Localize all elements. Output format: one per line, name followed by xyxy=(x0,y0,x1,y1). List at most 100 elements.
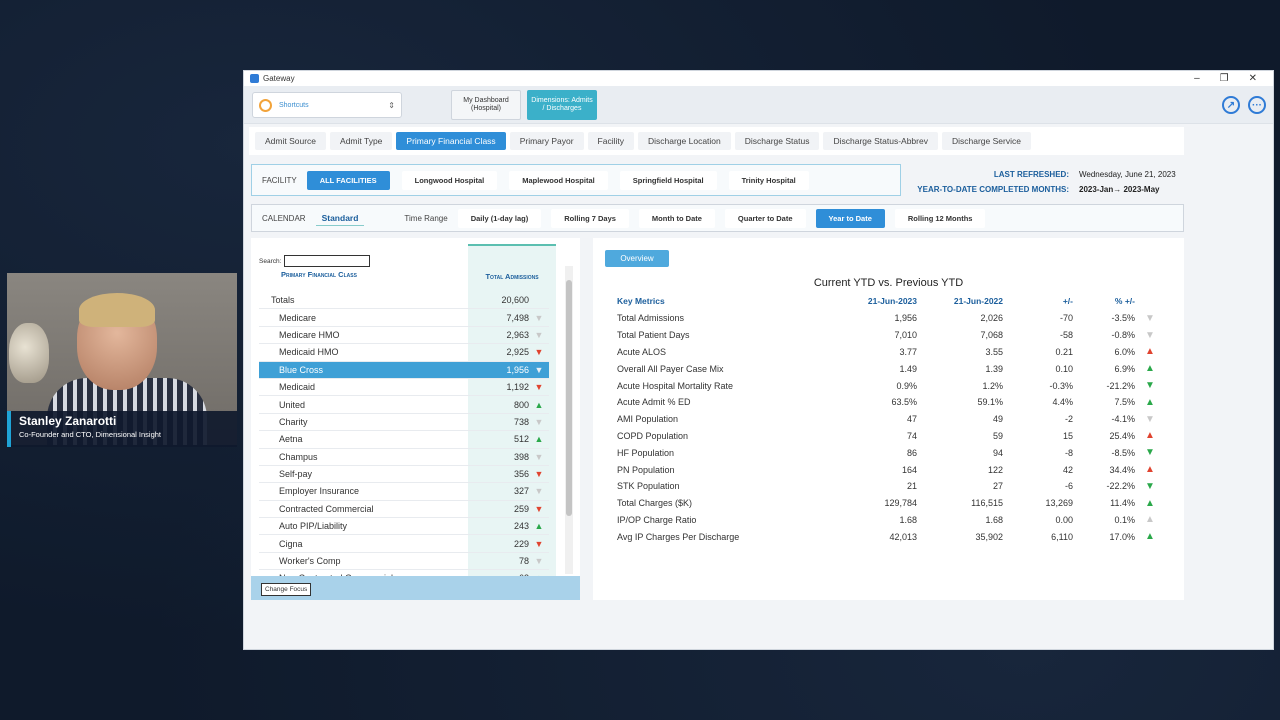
metric-row[interactable]: STK Population 21 27 -6 -22.2% ▼ xyxy=(617,478,1165,495)
financial-class-row[interactable]: Medicare 7,498 ▼ xyxy=(259,309,549,327)
metric-cur: 47 xyxy=(906,414,917,425)
trend-arrow-icon: ▲ xyxy=(1145,396,1155,408)
gateway-window: Gateway – ❐ ✕ Shortcuts ⇕ My Dashboard (… xyxy=(243,70,1274,650)
trend-arrow-icon: ▼ xyxy=(534,382,544,393)
financial-class-row[interactable]: Medicare HMO 2,963 ▼ xyxy=(259,327,549,345)
metric-diff: -70 xyxy=(1059,313,1073,324)
metric-row[interactable]: Acute Hospital Mortality Rate 0.9% 1.2% -0.… xyxy=(617,377,1165,394)
range-rolling-12-months[interactable]: Rolling 12 Months xyxy=(894,208,986,228)
range-year-to-date[interactable]: Year to Date xyxy=(815,208,885,228)
financial-class-row[interactable]: Blue Cross 1,956 ▼ xyxy=(259,361,549,379)
class-name: Cigna xyxy=(279,538,303,549)
admissions-value: 2,963 xyxy=(506,329,529,340)
financial-class-row[interactable]: Medicaid HMO 2,925 ▼ xyxy=(259,344,549,362)
more-options-icon[interactable]: ··· xyxy=(1248,96,1266,114)
financial-class-row[interactable]: Medicaid 1,192 ▼ xyxy=(259,379,549,397)
facility-option-maplewood-hospital[interactable]: Maplewood Hospital xyxy=(509,170,608,190)
metric-row[interactable]: Acute ALOS 3.77 3.55 0.21 6.0% ▲ xyxy=(617,344,1165,361)
minimize-button[interactable]: – xyxy=(1194,73,1200,84)
metric-cur: 74 xyxy=(906,430,917,441)
metric-row[interactable]: COPD Population 74 59 15 25.4% ▲ xyxy=(617,428,1165,445)
metric-diff: -2 xyxy=(1064,414,1073,425)
financial-class-row[interactable]: Champus 398 ▼ xyxy=(259,449,549,466)
tab-primary-payor[interactable]: Primary Payor xyxy=(509,132,584,150)
metric-row[interactable]: Total Admissions 1,956 2,026 -70 -3.5% ▼ xyxy=(617,310,1165,327)
header-key-metrics: Key Metrics xyxy=(617,296,665,306)
trend-arrow-icon: ▲ xyxy=(1145,464,1155,476)
financial-class-row[interactable]: Employer Insurance 327 ▼ xyxy=(259,483,549,501)
calendar-label: CALENDAR xyxy=(262,213,306,223)
metric-metric: COPD Population xyxy=(617,430,689,441)
metric-row[interactable]: IP/OP Charge Ratio 1.68 1.68 0.00 0.1% ▲ xyxy=(617,512,1165,529)
metric-metric: IP/OP Charge Ratio xyxy=(617,514,697,525)
financial-class-row[interactable]: Charity 738 ▼ xyxy=(259,414,549,432)
metric-row[interactable]: AMI Population 47 49 -2 -4.1% ▼ xyxy=(617,411,1165,428)
trend-arrow-icon: ▲ xyxy=(1145,497,1155,509)
tab-discharge-status[interactable]: Discharge Status xyxy=(734,132,820,150)
metric-prev: 1.2% xyxy=(982,380,1003,391)
last-refreshed-value: Wednesday, June 21, 2023 xyxy=(1079,170,1176,179)
metric-pct: 25.4% xyxy=(1109,430,1135,441)
metric-row[interactable]: Acute Admit % ED 63.5% 59.1% 4.4% 7.5% ▲ xyxy=(617,394,1165,411)
metric-diff: 4.4% xyxy=(1052,397,1073,408)
change-focus-button[interactable]: Change Focus xyxy=(261,583,312,596)
range-rolling-7-days[interactable]: Rolling 7 Days xyxy=(551,208,629,228)
metric-diff: -0.3% xyxy=(1049,380,1073,391)
facility-option-trinity-hospital[interactable]: Trinity Hospital xyxy=(728,170,809,190)
trend-arrow-icon: ▼ xyxy=(534,451,544,462)
tab-discharge-service[interactable]: Discharge Service xyxy=(941,132,1031,150)
financial-class-row[interactable]: Totals 20,600 xyxy=(259,292,549,310)
metric-cur: 1.49 xyxy=(899,363,917,374)
financial-class-row[interactable]: Contracted Commercial 259 ▼ xyxy=(259,501,549,519)
tab-admit-source[interactable]: Admit Source xyxy=(255,132,327,150)
financial-class-row[interactable]: Aetna 512 ▲ xyxy=(259,431,549,449)
metric-pct: 17.0% xyxy=(1109,531,1135,542)
financial-class-row[interactable]: Auto PIP/Liability 243 ▲ xyxy=(259,518,549,536)
financial-class-row[interactable]: United 800 ▲ xyxy=(259,396,549,414)
range-month-to-date[interactable]: Month to Date xyxy=(638,208,715,228)
maximize-button[interactable]: ❐ xyxy=(1220,73,1229,84)
scrollbar-thumb[interactable] xyxy=(566,280,572,516)
trend-arrow-icon: ▼ xyxy=(534,503,544,514)
class-name: Champus xyxy=(279,451,318,462)
tab-admit-type[interactable]: Admit Type xyxy=(330,132,393,150)
search-input[interactable] xyxy=(284,255,371,267)
tab-discharge-location[interactable]: Discharge Location xyxy=(637,132,731,150)
shortcuts-dropdown[interactable]: Shortcuts ⇕ xyxy=(252,92,402,118)
trend-arrow-icon: ▼ xyxy=(1145,413,1155,425)
tab-discharge-status-abbrev[interactable]: Discharge Status-Abbrev xyxy=(823,132,938,150)
metric-diff: 42 xyxy=(1062,464,1073,475)
my-dashboard-button[interactable]: My Dashboard (Hospital) xyxy=(451,90,521,120)
financial-class-row[interactable]: Worker's Comp 78 ▼ xyxy=(259,553,549,571)
metric-row[interactable]: Total Patient Days 7,010 7,068 -58 -0.8% ▼ xyxy=(617,327,1165,344)
metric-row[interactable]: PN Population 164 122 42 34.4% ▲ xyxy=(617,461,1165,478)
facility-option-longwood-hospital[interactable]: Longwood Hospital xyxy=(401,170,498,190)
metrics-header: Key Metrics 21-Jun-2023 21-Jun-2022 +/- … xyxy=(617,296,1135,308)
class-name: Contracted Commercial xyxy=(279,503,374,514)
facility-option-springfield-hospital[interactable]: Springfield Hospital xyxy=(619,170,717,190)
metric-metric: Total Charges ($K) xyxy=(617,498,693,509)
financial-class-row[interactable]: Cigna 229 ▼ xyxy=(259,535,549,553)
metric-row[interactable]: HF Population 86 94 -8 -8.5% ▼ xyxy=(617,444,1165,461)
total-admissions-header: Total Admissions xyxy=(485,272,539,281)
calendar-select[interactable]: Standard xyxy=(315,211,365,226)
close-button[interactable]: ✕ xyxy=(1249,73,1257,84)
metric-cur: 164 xyxy=(901,464,917,475)
metric-row[interactable]: Total Charges ($K) 129,784 116,515 13,269 11… xyxy=(617,495,1165,512)
trend-arrow-icon: ▼ xyxy=(1145,380,1155,392)
metric-metric: Avg IP Charges Per Discharge xyxy=(617,531,740,542)
trend-arrow-icon: ▲ xyxy=(1145,430,1155,442)
tab-facility[interactable]: Facility xyxy=(587,132,634,150)
metric-row[interactable]: Overall All Payer Case Mix 1.49 1.39 0.10 6.… xyxy=(617,360,1165,377)
scrollbar[interactable] xyxy=(565,266,573,574)
overview-button[interactable]: Overview xyxy=(605,250,669,267)
financial-class-row[interactable]: Self-pay 356 ▼ xyxy=(259,466,549,484)
metric-row[interactable]: Avg IP Charges Per Discharge 42,013 35,902… xyxy=(617,528,1165,545)
metric-prev: 59 xyxy=(992,430,1003,441)
dimensions-button[interactable]: Dimensions: Admits / Discharges xyxy=(527,90,597,120)
range-quarter-to-date[interactable]: Quarter to Date xyxy=(724,208,806,228)
tab-primary-financial-class[interactable]: Primary Financial Class xyxy=(396,132,506,150)
facility-option-all-facilities[interactable]: ALL FACILITIES xyxy=(306,170,390,190)
compass-icon[interactable]: ↗ xyxy=(1222,96,1240,114)
range-daily-1-day-lag-[interactable]: Daily (1-day lag) xyxy=(457,208,542,228)
